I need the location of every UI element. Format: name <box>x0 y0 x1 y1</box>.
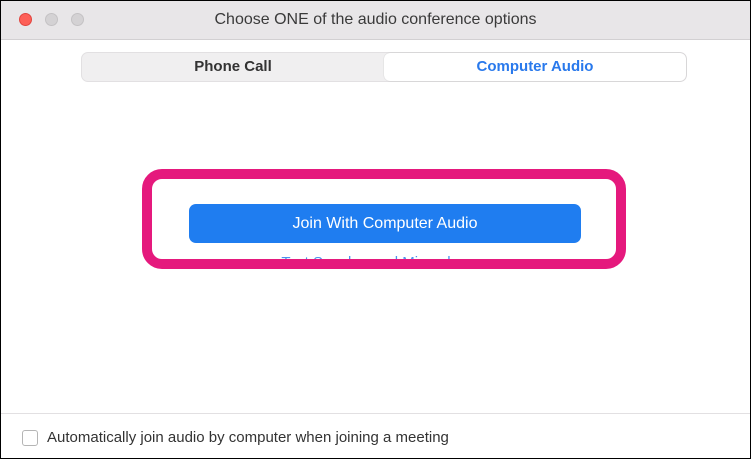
tab-computer-audio[interactable]: Computer Audio <box>384 53 686 81</box>
highlight-annotation-box <box>142 169 626 269</box>
audio-options-window: Choose ONE of the audio conference optio… <box>0 0 751 459</box>
titlebar[interactable]: Choose ONE of the audio conference optio… <box>1 1 750 40</box>
window-title: Choose ONE of the audio conference optio… <box>214 11 537 28</box>
footer: Automatically join audio by computer whe… <box>1 414 750 458</box>
auto-join-label[interactable]: Automatically join audio by computer whe… <box>47 429 449 446</box>
auto-join-checkbox[interactable] <box>22 430 38 446</box>
tab-phone-call[interactable]: Phone Call <box>82 53 384 81</box>
audio-tab-bar: Phone Call Computer Audio <box>81 52 687 82</box>
